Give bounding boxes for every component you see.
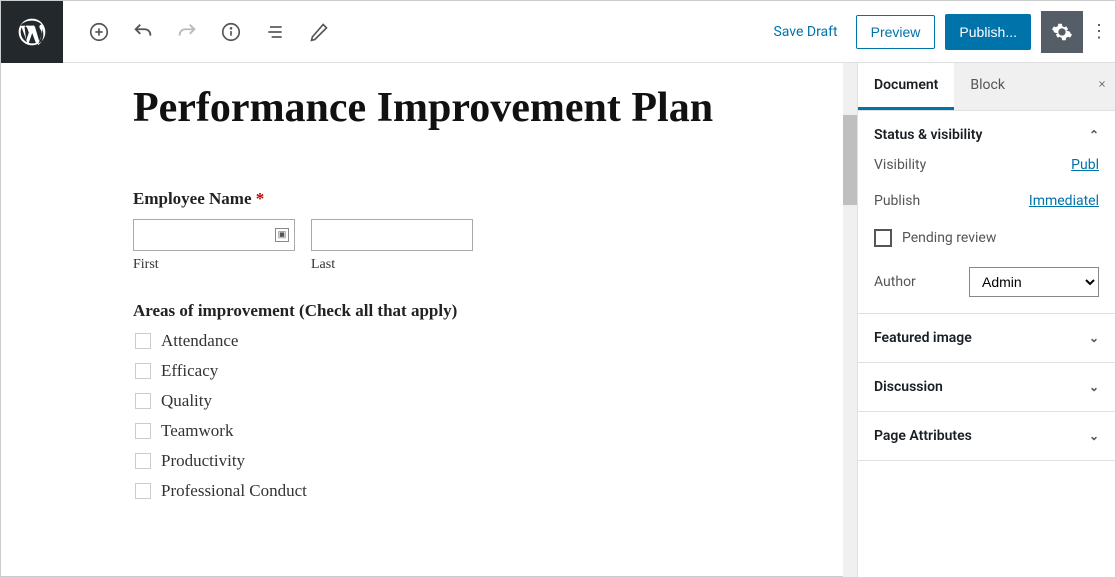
publish-label: Publish — [874, 193, 920, 209]
tab-block[interactable]: Block — [954, 63, 1021, 110]
pencil-icon — [309, 22, 329, 42]
area-item: Quality — [135, 391, 721, 411]
info-button[interactable] — [219, 20, 243, 44]
settings-button[interactable] — [1041, 11, 1083, 53]
plus-circle-icon — [88, 21, 110, 43]
areas-checkbox-list: Attendance Efficacy Quality Teamwork Pro… — [133, 331, 721, 501]
chevron-down-icon: ⌄ — [1089, 429, 1099, 443]
first-name-input[interactable] — [133, 219, 295, 251]
chevron-down-icon: ⌄ — [1089, 331, 1099, 345]
content: Performance Improvement Plan Employee Na… — [1, 83, 721, 501]
chevron-up-icon: ⌃ — [1089, 128, 1099, 142]
more-options-button[interactable]: ⋮ — [1093, 21, 1105, 42]
area-checkbox[interactable] — [135, 423, 151, 439]
required-asterisk: * — [256, 189, 265, 208]
settings-sidebar: Document Block Status & visibility ⌃ Vis… — [857, 63, 1115, 577]
last-name-input[interactable] — [311, 219, 473, 251]
author-label: Author — [874, 274, 916, 290]
name-fields: ▣ First Last — [133, 219, 721, 273]
redo-button[interactable] — [175, 20, 199, 44]
save-draft-link[interactable]: Save Draft — [773, 24, 837, 40]
editor-toolbar-right: Save Draft Preview Publish... ⋮ — [773, 11, 1115, 53]
last-sublabel: Last — [311, 257, 473, 273]
undo-button[interactable] — [131, 20, 155, 44]
pending-review-checkbox[interactable] — [874, 229, 892, 247]
scrollbar-thumb[interactable] — [843, 115, 857, 205]
close-icon — [1097, 77, 1107, 91]
area-item: Professional Conduct — [135, 481, 721, 501]
add-block-button[interactable] — [87, 20, 111, 44]
panel-status-visibility: Status & visibility ⌃ Visibility Publ Pu… — [858, 111, 1115, 314]
wordpress-icon — [16, 16, 48, 48]
panel-status-title[interactable]: Status & visibility ⌃ — [874, 127, 1099, 143]
publish-button[interactable]: Publish... — [945, 14, 1031, 50]
outline-button[interactable] — [263, 20, 287, 44]
main-container: Performance Improvement Plan Employee Na… — [1, 63, 1115, 577]
area-checkbox-label: Attendance — [161, 331, 238, 351]
panel-discussion[interactable]: Discussion ⌄ — [858, 363, 1115, 412]
list-icon — [265, 22, 285, 42]
area-checkbox[interactable] — [135, 483, 151, 499]
redo-icon — [176, 21, 198, 43]
preview-button[interactable]: Preview — [856, 15, 936, 49]
edit-button[interactable] — [307, 20, 331, 44]
area-checkbox[interactable] — [135, 363, 151, 379]
tab-document[interactable]: Document — [858, 63, 954, 110]
area-checkbox-label: Professional Conduct — [161, 481, 307, 501]
info-icon — [220, 21, 242, 43]
employee-name-label: Employee Name * — [133, 189, 721, 209]
area-checkbox-label: Efficacy — [161, 361, 218, 381]
close-sidebar-button[interactable] — [1089, 63, 1115, 110]
area-checkbox[interactable] — [135, 393, 151, 409]
area-item: Productivity — [135, 451, 721, 471]
gear-icon — [1051, 21, 1073, 43]
author-row: Author Admin — [874, 267, 1099, 297]
visibility-row: Visibility Publ — [874, 157, 1099, 173]
area-checkbox-label: Productivity — [161, 451, 245, 471]
pending-review-row: Pending review — [874, 229, 1099, 247]
top-toolbar: Save Draft Preview Publish... ⋮ — [1, 1, 1115, 63]
undo-icon — [132, 21, 154, 43]
scrollbar-track[interactable] — [843, 63, 857, 577]
area-checkbox[interactable] — [135, 453, 151, 469]
chevron-down-icon: ⌄ — [1089, 380, 1099, 394]
area-checkbox-label: Quality — [161, 391, 212, 411]
area-checkbox-label: Teamwork — [161, 421, 233, 441]
publish-row: Publish Immediatel — [874, 193, 1099, 209]
area-item: Efficacy — [135, 361, 721, 381]
area-checkbox[interactable] — [135, 333, 151, 349]
editor-toolbar-left — [63, 20, 331, 44]
page-title[interactable]: Performance Improvement Plan — [133, 83, 721, 133]
panel-page-attributes[interactable]: Page Attributes ⌄ — [858, 412, 1115, 461]
visibility-value-link[interactable]: Publ — [1071, 157, 1099, 173]
area-item: Attendance — [135, 331, 721, 351]
publish-value-link[interactable]: Immediatel — [1029, 193, 1099, 209]
editor-area: Performance Improvement Plan Employee Na… — [1, 63, 857, 577]
panel-featured-image[interactable]: Featured image ⌄ — [858, 314, 1115, 363]
author-select[interactable]: Admin — [969, 267, 1099, 297]
wordpress-logo[interactable] — [1, 1, 63, 63]
sidebar-tabs: Document Block — [858, 63, 1115, 111]
visibility-label: Visibility — [874, 157, 926, 173]
first-sublabel: First — [133, 257, 295, 273]
input-person-icon: ▣ — [275, 228, 289, 242]
area-item: Teamwork — [135, 421, 721, 441]
areas-label: Areas of improvement (Check all that app… — [133, 301, 721, 321]
pending-review-label: Pending review — [902, 230, 996, 246]
